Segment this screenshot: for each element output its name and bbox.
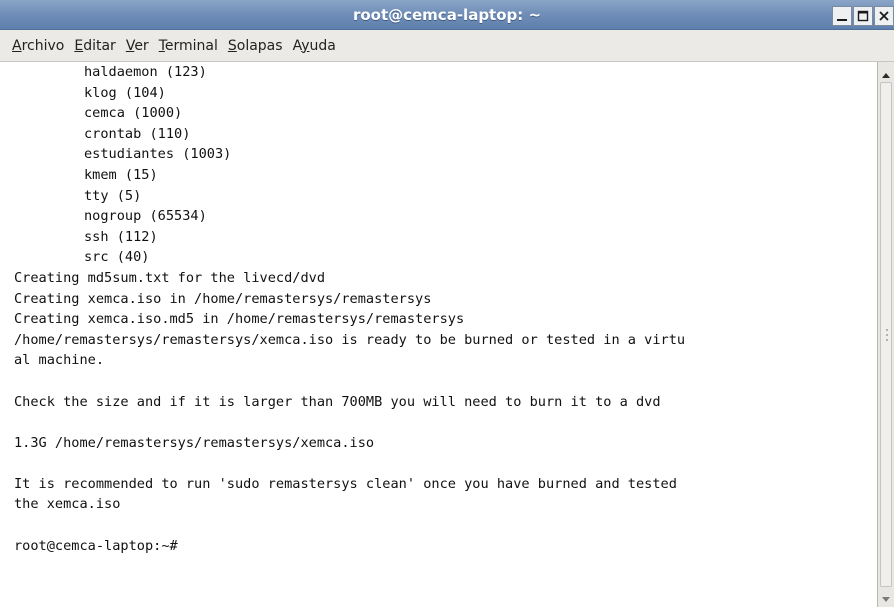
terminal-line: haldaemon (123) <box>84 64 207 80</box>
terminal-line: It is recommended to run 'sudo remasters… <box>14 475 677 492</box>
menu-item[interactable]: Ver <box>126 38 149 54</box>
menu-item[interactable]: Ayuda <box>293 38 336 54</box>
terminal-line: tty (5) <box>84 187 142 204</box>
minimize-icon <box>836 7 848 26</box>
menu-item[interactable]: Terminal <box>159 38 218 54</box>
terminal-line: the xemca.iso <box>14 496 121 513</box>
terminal-line: klog (104) <box>84 84 166 101</box>
maximize-button[interactable] <box>853 6 873 26</box>
terminal-line: src (40) <box>84 249 150 266</box>
terminal-line: /home/remastersys/remastersys/xemca.iso … <box>14 331 686 348</box>
terminal-line: Check the size and if it is larger than … <box>14 393 661 410</box>
title-bar[interactable]: root@cemca-laptop: ~ <box>0 0 894 30</box>
terminal-line: nogroup (65534) <box>84 208 207 225</box>
terminal-line: ssh (112) <box>84 228 158 245</box>
close-icon <box>878 7 890 26</box>
terminal-line: Creating md5sum.txt for the livecd/dvd <box>14 269 325 286</box>
terminal-line: cemca (1000) <box>84 105 183 122</box>
vertical-scrollbar[interactable] <box>877 62 894 607</box>
terminal-line: Creating xemca.iso in /home/remastersys/… <box>14 290 432 307</box>
terminal-line: 1.3G /home/remastersys/remastersys/xemca… <box>14 434 375 451</box>
menu-item[interactable]: Editar <box>74 38 115 54</box>
terminal-line: crontab (110) <box>84 125 191 142</box>
scroll-up-button[interactable] <box>878 64 894 80</box>
menu-item[interactable]: Archivo <box>12 38 64 54</box>
terminal-line: al machine. <box>14 352 105 369</box>
scrollbar-grip <box>886 329 889 341</box>
minimize-button[interactable] <box>832 6 852 26</box>
window-title: root@cemca-laptop: ~ <box>352 6 542 24</box>
close-button[interactable] <box>874 6 894 26</box>
window-controls <box>832 6 894 26</box>
arrow-up-icon <box>882 63 890 82</box>
menu-item[interactable]: Solapas <box>228 38 283 54</box>
terminal-line: kmem (15) <box>84 166 158 183</box>
terminal-line: root@cemca-laptop:~# <box>14 537 178 554</box>
scrollbar-thumb[interactable] <box>880 82 892 587</box>
scroll-down-button[interactable] <box>878 589 894 605</box>
arrow-down-icon <box>882 588 890 607</box>
terminal-line: Creating xemca.iso.md5 in /home/remaster… <box>14 311 465 328</box>
menu-bar: Archivo Editar Ver Terminal Solapas Ayuda <box>0 30 894 62</box>
terminal-output[interactable]: haldaemon (123) klog (104) cemca (1000) cro… <box>0 62 877 607</box>
terminal-line: estudiantes (1003) <box>84 146 232 163</box>
maximize-icon <box>857 7 869 26</box>
